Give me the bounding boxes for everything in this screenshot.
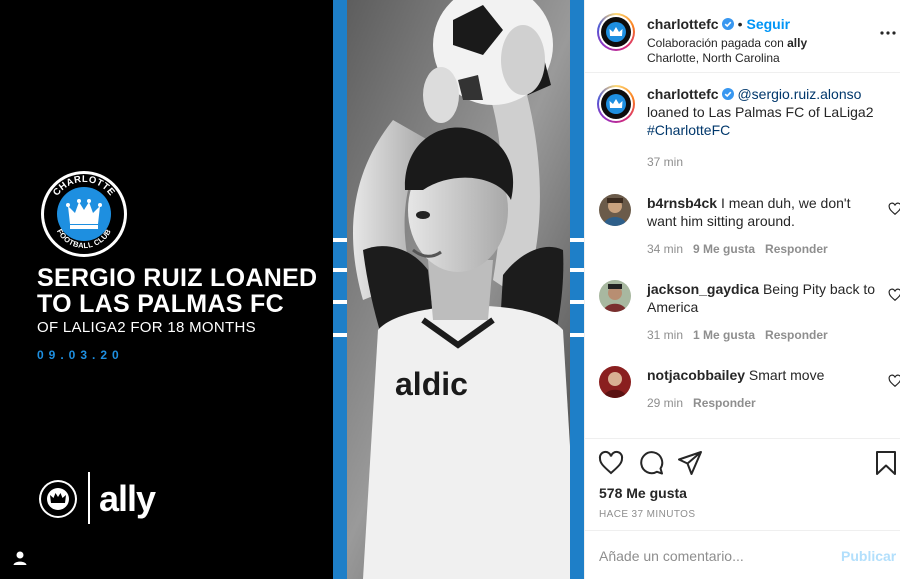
player-photo: aldic [333,0,584,579]
comment-time[interactable]: 29 min [647,396,683,410]
post-comment-button[interactable]: Publicar [841,548,896,564]
like-heart-icon[interactable] [598,450,624,476]
caption-body: loaned to Las Palmas FC of LaLiga2 [647,104,874,120]
jersey-sponsor-text: aldic [395,366,468,402]
right-stripe [570,0,584,579]
verified-icon [721,18,734,30]
verified-icon [721,88,734,100]
caption-time[interactable]: 37 min [647,155,683,169]
caption-avatar[interactable] [597,85,635,123]
logo-divider [88,472,90,524]
comment-item: jackson_gaydica Being Pity back to Ameri… [599,280,900,350]
comment-username[interactable]: jackson_gaydica [647,281,759,297]
add-comment-bar: Publicar [585,530,900,579]
crown-icon [606,22,626,42]
comment-likes[interactable]: 1 Me gusta [693,328,755,342]
caption-text: charlottefc @sergio.ruiz.alonso loaned t… [647,85,883,139]
instagram-post: CHARLOTTE FOOTBALL CLUB SERGIO RUIZ LOAN… [0,0,900,579]
comments-section: charlottefc @sergio.ruiz.alonso loaned t… [585,73,900,438]
comment-input[interactable] [599,548,829,564]
avatar[interactable] [599,194,631,226]
subheadline: OF LALIGA2 FOR 18 MONTHS [37,319,256,336]
date-label: 09.03.20 [37,348,124,362]
heart-icon[interactable] [888,202,900,216]
small-crest-logo [39,480,77,518]
paid-partnership: Colaboración pagada con ally [647,36,807,50]
post-details-panel: charlottefc • Seguir Colaboración pagada c… [584,0,900,579]
like-count[interactable]: 578 Me gusta [599,485,687,501]
comment-item: b4rnsb4ck I mean duh, we don't want him … [599,194,900,264]
player-illustration: aldic [333,0,584,579]
reply-button[interactable]: Responder [693,396,756,410]
action-bar: 578 Me gusta HACE 37 MINUTOS [585,438,900,530]
separator-dot: • [737,16,743,32]
comment-likes[interactable]: 9 Me gusta [693,242,755,256]
reply-button[interactable]: Responder [765,328,828,342]
sponsor-logo: ally [99,478,156,519]
comment-item: notjacobbailey Smart move 29 min Responde… [599,366,900,426]
reply-button[interactable]: Responder [765,242,828,256]
comment-username[interactable]: notjacobbailey [647,367,745,383]
follow-button[interactable]: Seguir [746,16,790,32]
club-crest-logo: CHARLOTTE FOOTBALL CLUB [41,171,127,257]
caption-username[interactable]: charlottefc [647,86,719,102]
headline: SERGIO RUIZ LOANED TO LAS PALMAS FC [37,264,318,318]
avatar[interactable] [597,13,635,51]
comment-time[interactable]: 34 min [647,242,683,256]
share-icon[interactable] [677,450,703,476]
caption: charlottefc @sergio.ruiz.alonso loaned t… [597,85,897,175]
comment-icon[interactable] [638,450,664,476]
avatar[interactable] [599,280,631,312]
collab-prefix: Colaboración pagada con [647,36,784,50]
heart-icon[interactable] [888,374,900,388]
heart-icon[interactable] [888,288,900,302]
post-timestamp[interactable]: HACE 37 MINUTOS [599,509,695,520]
crown-icon [606,94,626,114]
avatar[interactable] [599,366,631,398]
comment-username[interactable]: b4rnsb4ck [647,195,717,211]
comment-time[interactable]: 31 min [647,328,683,342]
post-header: charlottefc • Seguir Colaboración pagada c… [585,0,900,73]
collab-partner-link[interactable]: ally [787,36,807,50]
mention-link[interactable]: @sergio.ruiz.alonso [737,86,861,102]
user-tag-icon[interactable] [12,550,28,566]
hashtag-link[interactable]: #CharlotteFC [647,122,730,138]
bookmark-icon[interactable] [873,450,899,476]
more-icon[interactable] [879,24,897,42]
header-username[interactable]: charlottefc [647,16,719,32]
comment-text: Smart move [748,367,825,383]
location-link[interactable]: Charlotte, North Carolina [647,51,780,65]
post-image[interactable]: CHARLOTTE FOOTBALL CLUB SERGIO RUIZ LOAN… [0,0,584,579]
left-stripe [333,0,347,579]
